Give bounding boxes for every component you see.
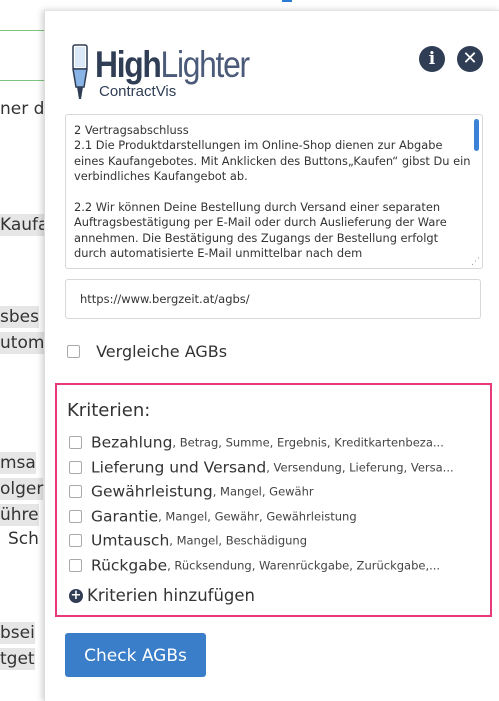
criteria-panel: Kriterien: Bezahlung, Betrag, Summe, Erg… <box>55 383 492 617</box>
criterion-keywords: , Mangel, Gewähr <box>212 484 314 499</box>
bg-text-fragment: ühre <box>0 504 39 526</box>
resize-handle-icon[interactable]: ⋰ <box>471 257 480 267</box>
bg-text-fragment: tget <box>0 648 35 670</box>
criterion-item[interactable]: Bezahlung, Betrag, Summe, Ergebnis, Kred… <box>69 432 487 457</box>
check-agbs-button[interactable]: Check AGBs <box>65 633 206 677</box>
add-criteria-button[interactable]: + Kriterien hinzufügen <box>69 585 255 605</box>
plus-circle-icon: + <box>69 587 83 603</box>
bg-text-fragment: sbes <box>0 306 39 328</box>
agb-text-area[interactable]: 2 Vertragsabschluss 2.1 Die Produktdarst… <box>65 114 483 269</box>
bg-text-fragment: msa <box>0 452 36 474</box>
bg-text-fragment: Kaufa <box>0 214 49 236</box>
criteria-list: Bezahlung, Betrag, Summe, Ergebnis, Kred… <box>69 432 487 579</box>
divider <box>0 30 50 31</box>
criterion-item[interactable]: Rückgabe, Rücksendung, Warenrückgabe, Zu… <box>69 555 487 580</box>
logo-title: HighLighter <box>95 44 251 85</box>
criterion-checkbox[interactable] <box>69 436 82 449</box>
logo-title-bold: High <box>95 44 162 85</box>
agb-scrollbar[interactable] <box>474 119 479 151</box>
bg-text-fragment: bsei <box>0 622 35 644</box>
criterion-keywords: , Betrag, Summe, Ergebnis, Kreditkartenb… <box>172 435 444 450</box>
criterion-name: Rückgabe <box>91 556 168 574</box>
criterion-name: Garantie <box>91 507 159 525</box>
compare-agbs-label: Vergleiche AGBs <box>96 342 228 361</box>
agb-text-content: 2 Vertragsabschluss 2.1 Die Produktdarst… <box>74 123 471 261</box>
logo-title-light: Lighter <box>160 44 251 85</box>
criterion-name: Umtausch <box>91 531 170 550</box>
criterion-item[interactable]: Lieferung und Versand, Versendung, Liefe… <box>69 457 487 482</box>
app-logo: HighLighter ContractVis <box>69 39 269 109</box>
criterion-name: Lieferung und Versand <box>91 458 267 476</box>
criterion-item[interactable]: Gewährleistung, Mangel, Gewähr <box>69 481 487 506</box>
criterion-keywords: , Mangel, Gewähr, Gewährleistung <box>158 509 357 523</box>
add-criteria-label: Kriterien hinzufügen <box>87 586 255 605</box>
criterion-name: Bezahlung <box>91 433 173 452</box>
criterion-item[interactable]: Umtausch, Mangel, Beschädigung <box>69 530 487 555</box>
criterion-checkbox[interactable] <box>69 558 82 572</box>
close-icon[interactable]: ✕ <box>457 46 483 72</box>
logo-subtitle: ContractVis <box>99 83 177 100</box>
compare-agbs-option[interactable]: Vergleiche AGBs <box>67 341 227 361</box>
bg-text-fragment: Sch <box>8 529 39 549</box>
criterion-item[interactable]: Garantie, Mangel, Gewähr, Gewährleistung <box>69 506 487 531</box>
criterion-keywords: , Versendung, Lieferung, Versa... <box>266 460 454 474</box>
info-icon[interactable]: i <box>419 46 445 72</box>
bg-text-fragment: ner d <box>0 99 45 119</box>
background-tab-indicator <box>282 0 292 2</box>
criterion-checkbox[interactable] <box>69 534 82 547</box>
criterion-checkbox[interactable] <box>69 485 82 498</box>
criteria-title: Kriterien: <box>67 400 151 421</box>
highlighter-popup: HighLighter ContractVis i ✕ 2 Vertragsab… <box>44 10 499 701</box>
criterion-keywords: , Mangel, Beschädigung <box>169 533 308 548</box>
compare-agbs-checkbox[interactable] <box>67 345 80 358</box>
divider <box>0 80 50 81</box>
criterion-checkbox[interactable] <box>69 460 82 474</box>
criterion-checkbox[interactable] <box>69 509 82 523</box>
criterion-name: Gewährleistung <box>91 482 213 501</box>
url-input[interactable] <box>65 279 481 319</box>
bg-text-fragment: olger <box>0 478 44 500</box>
criterion-keywords: , Rücksendung, Warenrückgabe, Zurückgabe… <box>167 558 441 572</box>
bg-text-fragment: utom <box>0 332 45 354</box>
highlighter-marker-icon <box>72 44 88 99</box>
